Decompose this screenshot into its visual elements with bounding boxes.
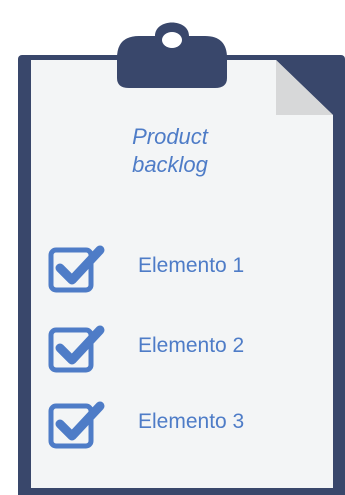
task-label: Elemento 3 xyxy=(138,410,245,433)
task-label: Elemento 2 xyxy=(138,334,245,357)
list-item[interactable]: Elemento 1 xyxy=(48,242,308,298)
task-list: Elemento 1 Elemento 2 Elemento 3 xyxy=(0,0,345,495)
list-item[interactable]: Elemento 2 xyxy=(48,322,308,378)
checkbox-checked-icon[interactable] xyxy=(48,398,106,454)
checkbox-checked-icon[interactable] xyxy=(48,322,106,378)
list-item[interactable]: Elemento 3 xyxy=(48,398,308,454)
task-label: Elemento 1 xyxy=(138,254,245,277)
checkbox-checked-icon[interactable] xyxy=(48,242,106,298)
